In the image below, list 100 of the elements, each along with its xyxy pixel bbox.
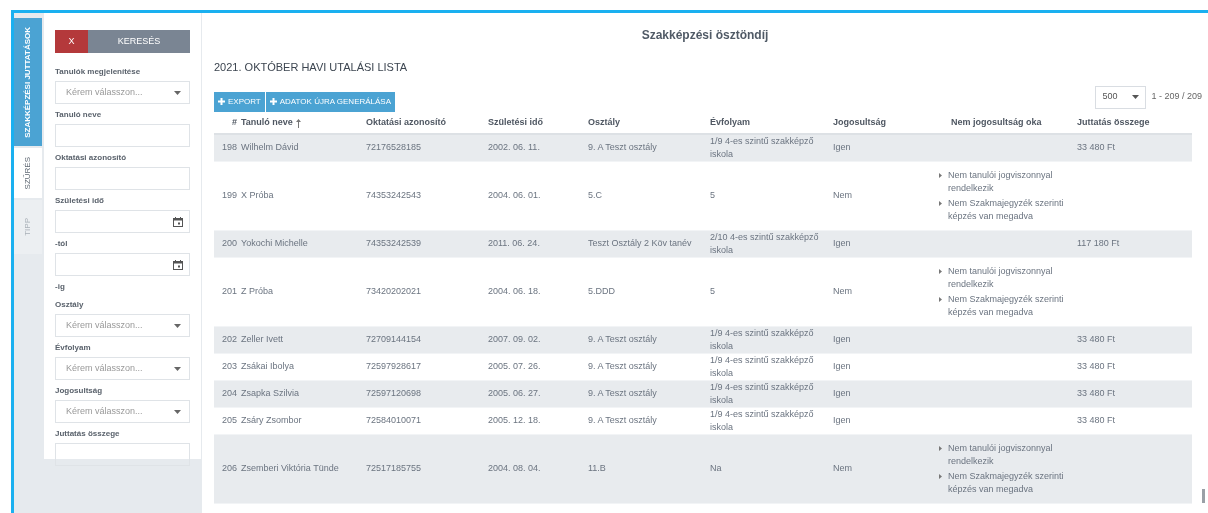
table-cell: Igen (833, 334, 851, 344)
field-label: Tanuló neve (55, 109, 103, 120)
table-cell: 200 (221, 238, 237, 248)
field-label: Születési idő (55, 195, 105, 206)
caret-icon (174, 90, 181, 95)
bullet-icon (939, 445, 942, 451)
table-cell: Yokochi Michelle (241, 238, 308, 248)
table-cell: 73420202021 (366, 286, 422, 296)
bullet-icon (939, 200, 942, 206)
table-cell: X Próba (241, 190, 274, 200)
field-label: Jogosultság (55, 385, 104, 396)
calendar-icon (173, 259, 183, 270)
table-cell: 202 (221, 334, 237, 344)
table-cell: 5 (710, 190, 715, 200)
table-cell: 72709144154 (366, 334, 422, 344)
side-tab[interactable]: SZŰRÉS (14, 148, 42, 198)
plus-icon (269, 98, 277, 105)
table-cell: 33 480 Ft (1077, 142, 1116, 152)
page-size-select[interactable]: 500 (1095, 85, 1147, 109)
table-cell-text: Nem tanulói jogviszonnyal rendelkezik (948, 264, 1054, 291)
bullet-icon (939, 473, 942, 479)
table-cell-text: Nem Szakmajegyzék szerinti képzés van megadva (948, 196, 1065, 223)
table-cell: 72176528185 (366, 142, 422, 152)
column-header[interactable]: Tanuló neve (241, 116, 301, 130)
search-button[interactable]: KERESÉS (88, 30, 190, 53)
caret-icon (174, 409, 181, 414)
table-cell: 117 180 Ft (1077, 238, 1120, 248)
caret-icon (174, 323, 181, 328)
table-cell: 5 (710, 286, 715, 296)
column-header[interactable]: Évfolyam (710, 116, 751, 130)
field-label: -tól (55, 238, 69, 249)
table-cell: 11.B (588, 463, 606, 473)
table-cell: Teszt Osztály 2 Köv tanév (588, 238, 692, 248)
table-cell: 1/9 4-es szintű szakképző iskola (710, 327, 814, 351)
column-header[interactable]: Születési idő (488, 116, 543, 130)
table-cell: Nem (833, 463, 852, 473)
table-cell: 2011. 06. 24. (488, 238, 540, 248)
table-cell-text: Nem tanulói jogviszonnyal rendelkezik (948, 168, 1054, 195)
input-field[interactable] (55, 124, 190, 147)
table-cell: Nem (833, 190, 852, 200)
column-header[interactable]: # (232, 116, 237, 130)
table-cell: 9. A Teszt osztály (588, 361, 657, 371)
table-cell: 72517185755 (366, 463, 422, 473)
table-cell: Z Próba (241, 286, 273, 296)
table-cell: Nem (833, 286, 852, 296)
calendar-icon (173, 216, 183, 227)
table-cell-text: Nem Szakmajegyzék szerinti képzés van megadva (948, 469, 1065, 496)
field-label: Osztály (55, 299, 85, 310)
bullet-icon (939, 172, 942, 178)
table-cell: Zeller Ivett (241, 334, 283, 344)
column-header[interactable]: Nem jogosultság oka (951, 116, 1042, 130)
table-cell: 2005. 12. 18. (488, 415, 541, 425)
table-cell: 2005. 06. 27. (488, 388, 541, 398)
scrollbar-thumb[interactable] (1202, 489, 1205, 503)
plus-icon (218, 98, 225, 105)
table-cell: 9. A Teszt osztály (588, 388, 657, 398)
table-cell: Zsapka Szilvia (241, 388, 300, 398)
page-title: Szakképzési ösztöndíj (640, 27, 770, 44)
table-cell: 204 (221, 388, 237, 398)
table-cell: Zsákai Ibolya (241, 361, 295, 371)
input-field[interactable] (55, 443, 190, 466)
column-header[interactable]: Juttatás összege (1077, 116, 1150, 130)
table-cell: 74353242539 (366, 238, 422, 248)
table-cell: 5.C (588, 190, 602, 200)
column-header[interactable]: Oktatási azonosító (366, 116, 446, 130)
table-cell: 201 (221, 286, 237, 296)
table-cell: Igen (833, 361, 851, 371)
date-field[interactable] (55, 210, 190, 233)
table-cell: Wilhelm Dávid (241, 142, 299, 152)
table-cell: Zsáry Zsombor (241, 415, 302, 425)
table-cell: Na (710, 463, 722, 473)
table-cell: 33 480 Ft (1077, 388, 1116, 398)
caret-icon (1132, 95, 1140, 99)
table-cell: Igen (833, 415, 851, 425)
field-label: Tanulók megjelenítése (55, 66, 142, 77)
table-cell: 198 (221, 142, 237, 152)
bullet-icon (939, 296, 942, 302)
table-cell: 2004. 06. 18. (488, 286, 541, 296)
field-label: Oktatási azonosító (55, 152, 128, 163)
field-label: Évfolyam (55, 342, 92, 353)
table-cell: 2002. 06. 11. (488, 142, 540, 152)
table-cell: 1/9 4-es szintű szakképző iskola (710, 381, 814, 405)
table-cell: 1/9 4-es szintű szakképző iskola (710, 408, 814, 432)
bullet-icon (939, 268, 942, 274)
table-cell: 2004. 08. 04. (488, 463, 541, 473)
field-label: Juttatás összege (55, 428, 121, 439)
input-field[interactable] (55, 167, 190, 190)
table-cell: 9. A Teszt osztály (588, 415, 657, 425)
table-cell: 9. A Teszt osztály (588, 334, 657, 344)
table-cell: 2007. 09. 02. (488, 334, 541, 344)
table-cell: Igen (833, 388, 851, 398)
table-cell: 72597928617 (366, 361, 422, 371)
table-cell: 33 480 Ft (1077, 415, 1116, 425)
clear-button[interactable]: X (55, 30, 88, 53)
column-header[interactable]: Osztály (588, 116, 620, 130)
table-cell: 9. A Teszt osztály (588, 142, 657, 152)
table-cell: 2004. 06. 01. (488, 190, 541, 200)
table-cell: Igen (833, 142, 851, 152)
date-field[interactable] (55, 253, 190, 276)
column-header[interactable]: Jogosultság (833, 116, 886, 130)
